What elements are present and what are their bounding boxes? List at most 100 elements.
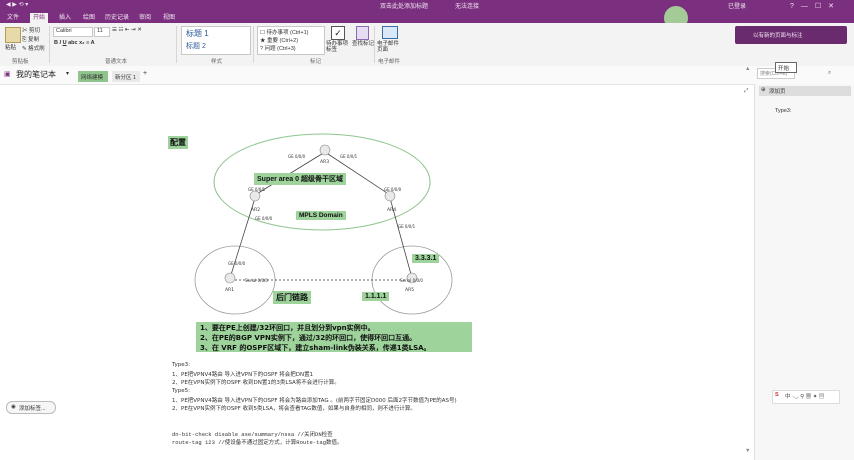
router-label-ar1: AR1	[225, 288, 235, 293]
step-2: 2、在PE的BGP VPN实例下，通过/32的环回口，使得环回口互通。	[200, 334, 417, 342]
list-buttons[interactable]: ☰ ☷ ⇤ ⇥ ✕	[112, 27, 142, 33]
divider	[253, 26, 254, 63]
diagram-heading: 配置	[168, 136, 188, 149]
tag-question[interactable]: ? 问题 (Ctrl+3)	[260, 44, 296, 52]
type3-line: 1、PE把VPNV4路由 导入进VPN下的OSPF 将会把DN置1	[172, 372, 314, 378]
ime-toolbar[interactable]: S 中 ·◡ ⚲ ▦ ✦ ▤	[772, 390, 840, 404]
email-icon[interactable]	[382, 26, 398, 39]
tag-icon: ◉	[11, 404, 16, 410]
step-1: 1、要在PE上创建/32环回口，并且划分到vpn实例中。	[200, 324, 375, 332]
tag-question-label: 问题 (Ctrl+3)	[264, 46, 296, 52]
divider	[49, 26, 50, 63]
command-line: dn-bit-check disable ase/summary/nssa //…	[172, 431, 333, 438]
router-label-ar5: AR5	[405, 288, 415, 293]
tab-draw[interactable]: 绘图	[80, 13, 98, 23]
mpls-domain-label: MPLS Domain	[296, 211, 346, 220]
email-group-label: 电子邮件	[378, 59, 401, 65]
divider	[374, 26, 375, 63]
notification-text: 以有新的页面与标注	[753, 33, 803, 39]
app-icons: ◀ ▶ ⟲ ▾	[6, 2, 29, 8]
port-label: GE 0/0/1	[398, 224, 416, 229]
port-label: GE 0/0/0	[288, 154, 306, 159]
step-3: 3、在 VRF 的OSPF区域下，建立sham-link伪装关系，传递1类LSA…	[200, 344, 431, 352]
port-label: GE 0/0/1	[340, 154, 358, 159]
expand-icon[interactable]: ⤢	[744, 88, 748, 95]
tab-view[interactable]: 视图	[160, 13, 178, 23]
email-page-button[interactable]: 电子邮件页面	[377, 41, 403, 53]
add-page-label: 添加页	[769, 89, 786, 95]
tab-file[interactable]: 文件	[4, 13, 22, 23]
type5-title: Type5:	[172, 388, 190, 394]
port-label: Serial 0/0/0	[245, 278, 268, 283]
font-size-box[interactable]: 11	[94, 27, 110, 37]
router-label-ar3: AR3	[320, 160, 330, 165]
text-group-label: 普通文本	[105, 59, 128, 65]
find-tags-button[interactable]: 查找标记	[352, 41, 374, 47]
tab-history[interactable]: 历史记录	[102, 13, 132, 23]
tags-gallery[interactable]: ☐ 待办事项 (Ctrl+1) ★ 重要 (Ctrl+2) ? 问题 (Ctrl…	[257, 26, 325, 55]
section-tab-new[interactable]: 新分区 1	[112, 71, 140, 82]
copy-button[interactable]: ⎘ 复制	[22, 35, 39, 44]
format-painter-label: 格式刷	[28, 46, 45, 52]
add-tags-label: 添加标签...	[19, 406, 46, 412]
command-line: route-tag 123 //使设备不通过固定方式，计算Route-tag数值…	[172, 439, 343, 446]
sync-status: 无法连接	[455, 4, 480, 10]
add-tags-button[interactable]: ◉ 添加标签...	[6, 401, 56, 414]
styles-group-label: 样式	[211, 59, 223, 65]
paste-icon[interactable]	[5, 27, 21, 43]
type3-line: 2、PE在VPN实例下的OSPF 收到DN置1的3类LSA将不会进行计算。	[172, 380, 340, 386]
scroll-down-icon[interactable]: ▼	[745, 448, 750, 454]
paste-button[interactable]: 粘贴	[5, 43, 16, 51]
tab-review[interactable]: 审阅	[136, 13, 154, 23]
backdoor-label: 后门链路	[273, 291, 311, 304]
style-heading2[interactable]: 标题 2	[186, 41, 206, 51]
super-area-label: Super area 0 超级骨干区域	[254, 173, 346, 185]
tag-important[interactable]: ★ 重要 (Ctrl+2)	[260, 36, 298, 44]
ime-logo-icon: S	[775, 392, 779, 398]
ip-left-label: 1.1.1.1	[362, 292, 390, 301]
port-label: GE 0/0/0	[384, 187, 402, 192]
cut-button[interactable]: ✂ 剪切	[22, 26, 40, 34]
add-page-button[interactable]: ⊕ 添加页	[759, 86, 851, 96]
port-label: GE 0/0/0	[255, 216, 273, 221]
scroll-up-icon[interactable]: ▲	[745, 66, 750, 72]
todo-tag-button[interactable]: 待办事项标签	[326, 41, 352, 53]
add-section-icon[interactable]: +	[143, 70, 147, 77]
format-buttons[interactable]: B I U abc x₂ ≡ A	[54, 40, 95, 46]
router-label-ar2: AR2	[251, 208, 261, 213]
tab-home[interactable]: 开始	[30, 13, 49, 23]
window-title: 双击此处添加标题	[380, 4, 429, 10]
tag-todo[interactable]: ☐ 待办事项 (Ctrl+1)	[260, 28, 309, 36]
ime-buttons[interactable]: 中 ·◡ ⚲ ▦ ✦ ▤	[785, 392, 824, 400]
chevron-down-icon[interactable]: ▾	[66, 70, 69, 77]
checkbox-icon[interactable]: ✓	[331, 26, 345, 40]
section-tab-osnf[interactable]: 网络建模	[78, 71, 108, 82]
notebook-icon[interactable]: ▣	[4, 70, 11, 78]
cut-label: 剪切	[29, 28, 41, 34]
font-size: 11	[97, 28, 103, 34]
type5-line: 2、PE在VPN实例下的OSPF 收到5类LSA，将会查看TAG数值，如果与自身…	[172, 406, 416, 412]
search-icon[interactable]: ⌕	[828, 70, 831, 77]
copy-label: 复制	[27, 37, 39, 43]
router-label-ar4: AR4	[387, 208, 397, 213]
window-controls[interactable]: ? — ☐ ✕	[790, 1, 834, 11]
tab-insert[interactable]: 插入	[56, 13, 74, 23]
clipboard-group-label: 剪贴板	[12, 59, 29, 65]
ribbon-tabs: 文件 开始 插入 绘图 历史记录 审阅 视图	[0, 11, 854, 23]
notebook-bar: ▣ 我的笔记本 ▾ 网络建模 新分区 1 + 搜索(Ctrl+E) 开始 ⌕	[0, 62, 854, 85]
font-name-box[interactable]: Calibri	[53, 27, 93, 37]
section-new-label: 新分区 1	[115, 75, 137, 81]
notification-popup[interactable]: 以有新的页面与标注	[735, 26, 847, 44]
router-ar1-icon	[224, 272, 236, 284]
port-label: GE 0/0/1	[248, 187, 266, 192]
tags-group-label: 标记	[310, 59, 322, 65]
find-tags-icon[interactable]	[356, 26, 369, 40]
page-item[interactable]: Type3:	[775, 108, 792, 114]
styles-gallery[interactable]: 标题 1 标题 2	[181, 26, 251, 55]
router-ar4-icon	[384, 190, 396, 202]
section-tab-label: 网络建模	[81, 75, 104, 81]
type5-line: 1、PE把VPNV4路由 导入进VPN下的OSPF 将会为路由添加TAG 。(前…	[172, 398, 457, 404]
style-heading1[interactable]: 标题 1	[186, 28, 209, 39]
notebook-name[interactable]: 我的笔记本	[16, 69, 56, 80]
format-painter-button[interactable]: ✎ 格式刷	[22, 44, 45, 52]
